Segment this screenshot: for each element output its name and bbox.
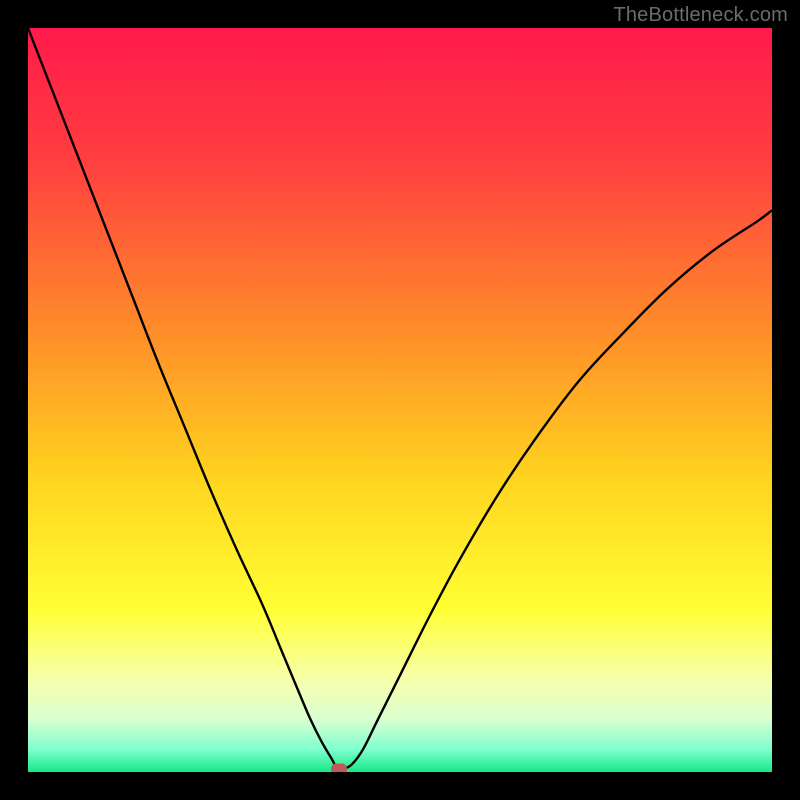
plot-area — [28, 28, 772, 772]
optimal-marker — [331, 764, 347, 772]
gradient-background — [28, 28, 772, 772]
bottleneck-chart — [28, 28, 772, 772]
watermark-text: TheBottleneck.com — [613, 4, 788, 27]
chart-frame: TheBottleneck.com — [0, 0, 800, 800]
